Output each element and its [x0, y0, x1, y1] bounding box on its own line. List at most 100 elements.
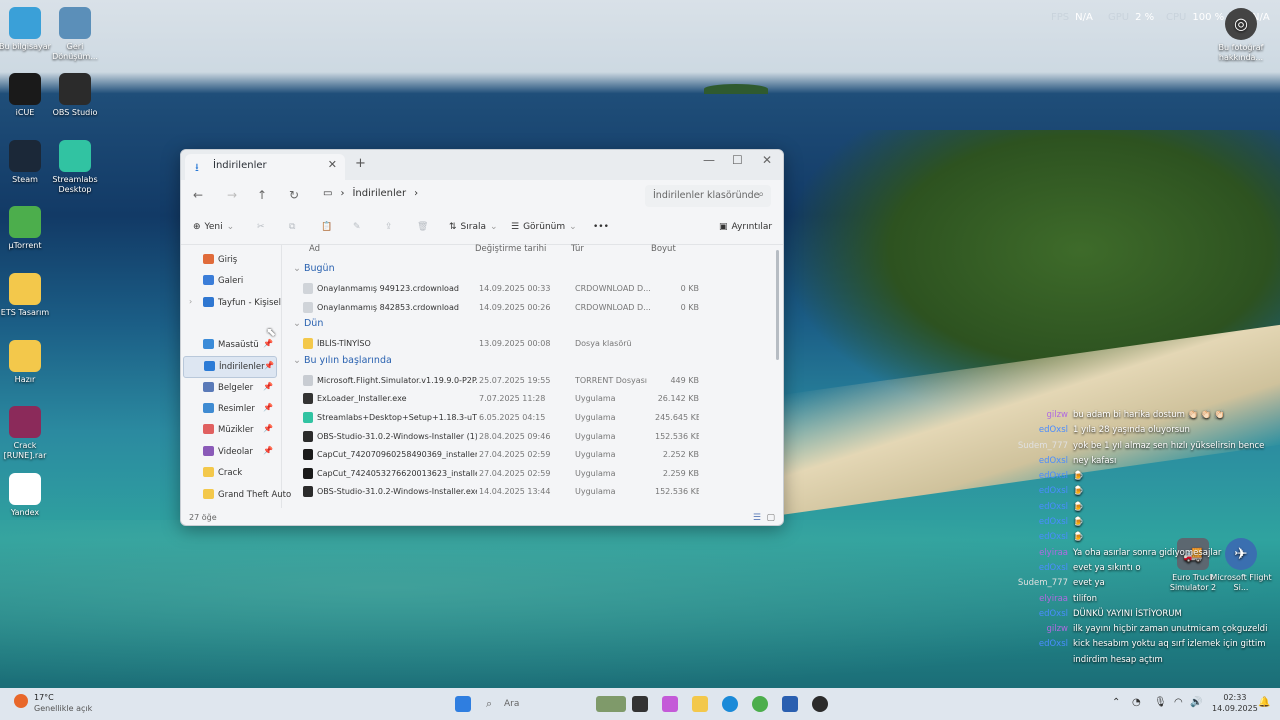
search-input[interactable]: İndirilenler klasöründe ⌕ [645, 185, 771, 207]
file-row[interactable]: Onaylanmamış 949123.crdownload 14.09.2025… [293, 280, 777, 298]
sidebar-item[interactable]: Tayfun - Kişisel › [183, 293, 281, 313]
chevron-up-icon[interactable]: ⌃ [1112, 697, 1120, 708]
edge-icon[interactable] [722, 696, 738, 712]
wifi-icon[interactable]: ◠ [1174, 697, 1183, 708]
up-button[interactable]: ↑ [257, 188, 267, 202]
minimize-button[interactable]: — [703, 153, 715, 167]
forward-button[interactable]: → [227, 188, 237, 202]
file-name: İBLİS-TİNYİSO [317, 339, 371, 349]
desktop-icon[interactable]: Streamlabs Desktop [44, 140, 106, 195]
share-icon[interactable]: ⇪ [385, 222, 393, 232]
taskbar-search[interactable]: ⌕ Ara [480, 693, 590, 715]
tiles-view-icon[interactable]: ▢ [766, 513, 775, 523]
chat-message: edOxsl 🍺 [1000, 484, 1275, 499]
pin-icon[interactable]: 📌 [263, 382, 273, 391]
pin-icon[interactable]: 📌 [264, 361, 274, 370]
breadcrumb-item[interactable]: İndirilenler [352, 188, 406, 199]
file-explorer-taskbar-icon[interactable] [692, 696, 708, 712]
sidebar-item[interactable]: İndirilenler 📌 [183, 356, 277, 378]
obs-taskbar-icon[interactable] [812, 696, 828, 712]
file-row[interactable]: ExLoader_Installer.exe 7.07.2025 11:28 Uyg… [293, 390, 777, 408]
view-button[interactable]: ☰ Görünüm ⌄ [511, 222, 577, 232]
file-row[interactable]: Onaylanmamış 842853.crdownload 14.09.2025… [293, 299, 777, 317]
group-header[interactable]: Bu yılın başlarında [293, 355, 392, 366]
desktop-icon[interactable]: Hazır [0, 340, 56, 385]
file-row[interactable]: OBS-Studio-31.0.2-Windows-Installer (1).… [293, 428, 777, 446]
sidebar-item[interactable]: Müzikler 📌 [183, 420, 275, 440]
sort-button[interactable]: ⇅ Sırala ⌄ [449, 222, 498, 232]
clock[interactable]: 02:33 14.09.2025 [1212, 692, 1258, 714]
desktop-icon[interactable]: Geri Dönüşüm... [44, 7, 106, 62]
sidebar-item[interactable]: Grand Theft Auto [183, 485, 291, 505]
sidebar-item[interactable]: Belgeler 📌 [183, 378, 275, 398]
desktop-icon-photo-info[interactable]: ◎ Bu fotoğraf hakkında... [1210, 8, 1272, 63]
notification-icon[interactable]: 🔔 [1258, 697, 1270, 708]
close-window-button[interactable]: ✕ [762, 153, 772, 167]
desktop-icon[interactable]: Yandex [0, 473, 56, 518]
details-view-icon[interactable]: ☰ [753, 513, 761, 523]
desktop-icon[interactable]: µTorrent [0, 206, 56, 251]
column-name[interactable]: Ad [309, 244, 320, 254]
column-size[interactable]: Boyut [651, 244, 676, 254]
group-header[interactable]: Dün [293, 318, 323, 329]
store-icon[interactable] [782, 696, 798, 712]
sidebar-item[interactable]: Giriş [183, 250, 275, 270]
copilot-icon[interactable] [662, 696, 678, 712]
copy-icon[interactable]: ⧉ [289, 222, 295, 232]
network-tray-icon[interactable]: ◔ [1132, 697, 1141, 708]
paste-icon[interactable]: 📋 [321, 222, 332, 232]
file-row[interactable]: İBLİS-TİNYİSO 13.09.2025 00:08 Dosya klasö… [293, 335, 777, 353]
group-header[interactable]: Bugün [293, 263, 335, 274]
file-type: Uygulama [575, 450, 616, 460]
sidebar-item[interactable]: Masaüstü 📌 [183, 335, 275, 355]
sidebar-item[interactable]: Videolar 📌 [183, 442, 275, 462]
utorrent-taskbar-icon[interactable] [752, 696, 768, 712]
start-button[interactable] [455, 696, 471, 712]
file-type: Uygulama [575, 394, 616, 404]
sidebar-item[interactable]: Crack [183, 463, 275, 483]
pin-icon[interactable]: 📌 [263, 403, 273, 412]
app-icon[interactable] [632, 696, 648, 712]
new-tab-button[interactable]: + [355, 156, 366, 171]
chat-message: edOxsl DÜNKÜ YAYINI İSTİYORUM [1000, 607, 1275, 622]
cut-icon[interactable]: ✂ [257, 222, 265, 232]
file-row[interactable]: CapCut_7424053276620013623_installer.exe… [293, 465, 777, 483]
column-date[interactable]: Değiştirme tarihi [475, 244, 546, 254]
desktop-icon[interactable]: ETS Tasarım [0, 273, 56, 318]
file-row[interactable]: OBS-Studio-31.0.2-Windows-Installer.exe 1… [293, 483, 777, 501]
details-button[interactable]: ▣ Ayrıntılar [719, 222, 772, 232]
speaker-icon[interactable]: 🔊 [1190, 697, 1202, 708]
recycle-bin-icon [59, 7, 91, 39]
breadcrumb[interactable]: ▭ › İndirilenler › [323, 188, 418, 199]
refresh-button[interactable]: ↻ [289, 188, 299, 202]
microphone-icon[interactable]: 🎙 [1154, 697, 1167, 708]
scrollbar[interactable] [776, 250, 779, 360]
file-icon [303, 374, 313, 386]
new-button[interactable]: ⊕ Yeni ⌄ [193, 222, 234, 232]
pin-icon[interactable]: 📌 [263, 424, 273, 433]
file-type: Uygulama [575, 468, 616, 478]
more-button[interactable]: ••• [593, 222, 609, 232]
sidebar-item[interactable]: Resimler 📌 [183, 399, 275, 419]
pin-icon[interactable]: 📌 [263, 339, 273, 348]
delete-icon[interactable]: 🗑 [417, 222, 428, 232]
close-tab-icon[interactable]: ✕ [328, 158, 337, 171]
sidebar-item[interactable]: Galeri [183, 271, 275, 291]
maximize-button[interactable]: ☐ [732, 153, 743, 167]
file-name: Microsoft.Flight.Simulator.v1.19.9.0-P2P… [317, 375, 477, 385]
music-icon [203, 424, 214, 434]
chevron-right-icon[interactable]: › [189, 297, 192, 306]
desktop-icon[interactable]: Crack [RUNE].rar [0, 406, 56, 461]
tab-downloads[interactable]: ⭳ İndirilenler ✕ [185, 154, 345, 180]
file-row[interactable]: Microsoft.Flight.Simulator.v1.19.9.0-P2P… [293, 372, 777, 390]
file-row[interactable]: CapCut_7420709602584903​69_installer.exe… [293, 446, 777, 464]
taskbar: 17°C Genellikle açık ⌕ Ara ⌃ ◔ 🎙 ◠ 🔊 02:… [0, 688, 1280, 720]
pin-icon[interactable]: 📌 [263, 446, 273, 455]
column-type[interactable]: Tür [571, 244, 584, 254]
rename-icon[interactable]: ✎ [353, 222, 361, 232]
back-button[interactable]: ← [193, 188, 203, 202]
file-icon [303, 283, 313, 294]
desktop-icon[interactable]: OBS Studio [44, 73, 106, 118]
widgets-icon[interactable] [596, 696, 626, 712]
file-row[interactable]: Streamlabs+Desktop+Setup+1.18.3-uTPE... 6… [293, 409, 777, 427]
